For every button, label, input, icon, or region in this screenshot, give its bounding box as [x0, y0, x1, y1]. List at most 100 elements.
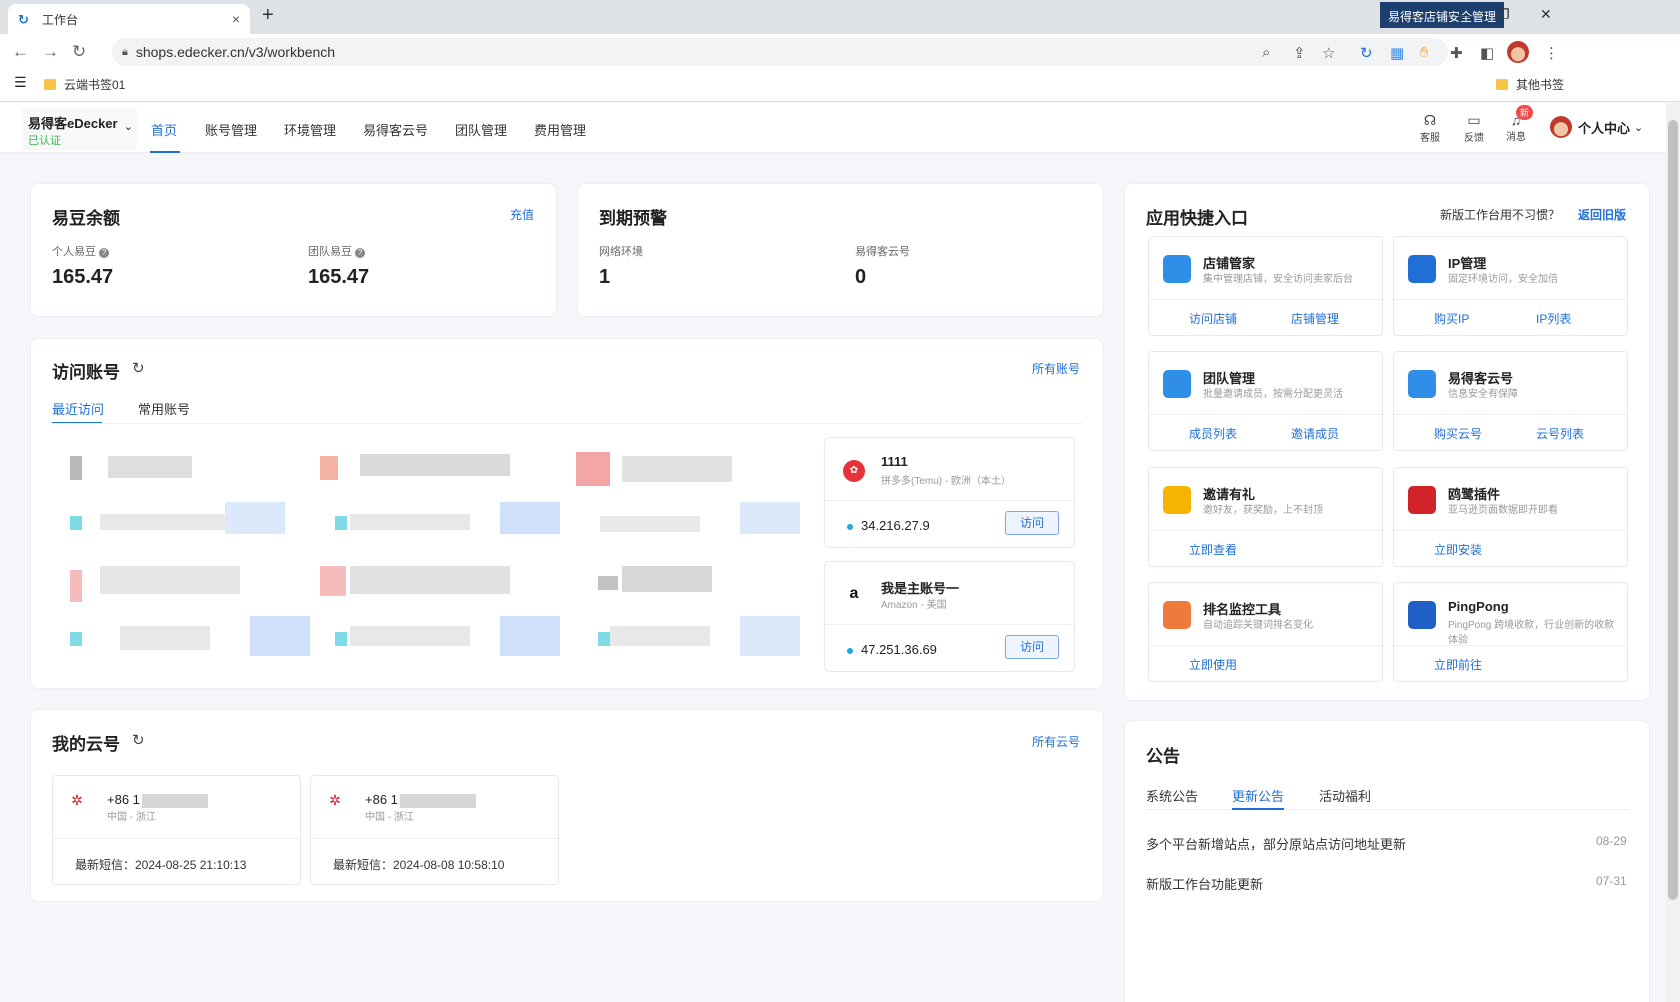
new-badge: 新 [1516, 105, 1534, 120]
visit-button[interactable]: 访问 [1005, 635, 1059, 659]
shortcut-app-icon [1408, 255, 1436, 283]
shortcut-action-button[interactable]: 购买IP [1434, 310, 1469, 327]
notice-item[interactable]: 新版工作台功能更新 [1146, 874, 1263, 893]
account-ip: 47.251.36.69 [847, 642, 937, 657]
back-icon[interactable]: ← [12, 42, 29, 62]
shortcut-entry[interactable]: 鸥鹭插件 亚马逊页面数据即开即看 立即安装 [1393, 467, 1628, 567]
notice-card [1124, 720, 1650, 1002]
sidepanel-icon[interactable]: ◧ [1480, 44, 1494, 62]
extension-badge[interactable]: 易得客店铺安全管理 [1380, 2, 1505, 28]
tab-recent[interactable]: 最近访问 [52, 399, 104, 418]
reading-list-icon[interactable]: ☰ [14, 74, 27, 91]
shortcut-desc: 集中管理店铺，安全访问卖家后台 [1203, 274, 1353, 285]
old-version-link[interactable]: 返回旧版 [1578, 206, 1626, 223]
cloud-number-card-1[interactable]: ✲ +86 1 中国 - 浙江 最新短信：2024-08-25 21:10:13 [52, 775, 301, 885]
star-icon[interactable]: ☆ [1322, 44, 1335, 62]
hand-extension-icon[interactable]: ✋︎ [1420, 44, 1429, 61]
notice-title: 公告 [1146, 747, 1180, 766]
shortcut-action-button[interactable]: 成员列表 [1189, 425, 1237, 442]
old-version-question: 新版工作台用不习惯？ [1440, 208, 1561, 222]
shortcut-action-button[interactable]: 立即安装 [1434, 541, 1482, 558]
cloud-number-card-2[interactable]: ✲ +86 1 中国 - 浙江 最新短信：2024-08-08 10:58:10 [310, 775, 559, 885]
network-env-value[interactable]: 1 [599, 266, 610, 289]
latest-sms: 最新短信：2024-08-25 21:10:13 [75, 858, 247, 872]
tab-update-notice[interactable]: 更新公告 [1232, 786, 1284, 805]
user-center-menu[interactable]: 个人中心 ⌄ [1550, 116, 1643, 138]
shortcut-entry[interactable]: 邀请有礼 邀好友，获奖励，上不封顶 立即查看 [1148, 467, 1383, 567]
nav-home[interactable]: 首页 [151, 120, 177, 139]
shortcut-entry[interactable]: IP管理 固定环境访问，安全加倍 购买IP IP列表 [1393, 236, 1628, 336]
close-window-button[interactable]: ✕ [1540, 6, 1552, 23]
shortcut-app-icon [1163, 601, 1191, 629]
recharge-link[interactable]: 充值 [510, 206, 534, 223]
shortcut-action-button[interactable]: 云号列表 [1536, 425, 1584, 442]
shortcut-entry[interactable]: 店铺管家 集中管理店铺，安全访问卖家后台 访问店铺 店铺管理 [1148, 236, 1383, 336]
shortcut-action-button[interactable]: 店铺管理 [1291, 310, 1339, 327]
notice-item[interactable]: 多个平台新增站点，部分原站点访问地址更新 [1146, 834, 1406, 853]
shortcut-action-button[interactable]: IP列表 [1536, 310, 1571, 327]
shortcut-action-button[interactable]: 购买云号 [1434, 425, 1482, 442]
profile-avatar-icon[interactable] [1507, 41, 1529, 63]
forward-icon[interactable]: → [42, 42, 59, 62]
extensions-puzzle-icon[interactable]: ✚ [1450, 44, 1463, 62]
tab-activity-notice[interactable]: 活动福利 [1319, 786, 1371, 805]
all-cloud-link[interactable]: 所有云号 [1032, 733, 1080, 750]
shortcut-action-button[interactable]: 访问店铺 [1189, 310, 1237, 327]
maximize-button[interactable]: ❐ [1497, 6, 1510, 23]
nav-environments[interactable]: 环境管理 [284, 120, 336, 139]
nav-team[interactable]: 团队管理 [455, 120, 507, 139]
notice-date: 08-29 [1596, 834, 1627, 848]
folder-icon [44, 79, 56, 90]
shortcut-action-button[interactable]: 立即前往 [1434, 656, 1482, 673]
tab-system-notice[interactable]: 系统公告 [1146, 786, 1198, 805]
minimize-button[interactable]: — [1456, 6, 1470, 22]
divider [53, 838, 300, 839]
all-accounts-link[interactable]: 所有账号 [1032, 360, 1080, 377]
temu-logo-icon: ✿ [843, 460, 865, 482]
refresh-icon[interactable]: ↻ [132, 731, 145, 749]
tab-title: 工作台 [42, 12, 79, 27]
reload-icon[interactable]: ↻ [72, 42, 86, 62]
region: 中国 - 浙江 [107, 812, 156, 823]
shortcut-entry[interactable]: 团队管理 批量邀请成员，按需分配更灵活 成员列表 邀请成员 [1148, 351, 1383, 451]
nav-cloud-numbers[interactable]: 易得客云号 [363, 120, 428, 139]
shortcut-action-button[interactable]: 邀请成员 [1291, 425, 1339, 442]
zoom-icon[interactable]: ⌕ [1262, 44, 1270, 61]
tab-close-icon[interactable]: × [232, 11, 240, 27]
browser-tab[interactable]: ↻ 工作台 × [8, 4, 250, 34]
tab-search-icon[interactable]: ⌄ [1412, 6, 1424, 23]
visit-button[interactable]: 访问 [1005, 511, 1059, 535]
shortcut-action-button[interactable]: 立即查看 [1189, 541, 1237, 558]
service-label: 客服 [1420, 133, 1440, 144]
share-icon[interactable]: ⇪ [1293, 44, 1306, 62]
edecker-extension-icon[interactable]: ↻ [1360, 44, 1373, 62]
url-text[interactable]: shops.edecker.cn/v3/workbench [136, 44, 335, 60]
nav-accounts[interactable]: 账号管理 [205, 120, 257, 139]
shortcut-entry[interactable]: PingPong PingPong 跨境收款，行业创新的收款体验 立即前往 [1393, 582, 1628, 682]
grid-extension-icon[interactable]: ▦ [1390, 44, 1404, 62]
omnibox[interactable]: 🔒︎ shops.edecker.cn/v3/workbench [112, 38, 1448, 66]
bookmark-folder[interactable]: 云端书签01 [44, 76, 125, 93]
feedback-button[interactable]: ▭ 反馈 [1458, 112, 1490, 144]
tab-frequent[interactable]: 常用账号 [138, 399, 190, 418]
refresh-icon[interactable]: ↻ [132, 359, 145, 377]
personal-bean-value: 165.47 [52, 266, 114, 288]
team-bean-label: 团队易豆? [308, 243, 365, 259]
shortcut-entry[interactable]: 易得客云号 信息安全有保障 购买云号 云号列表 [1393, 351, 1628, 451]
brand-switcher[interactable]: 易得客eDecker 已认证 ⌄ [22, 108, 137, 150]
redacted-block [399, 793, 476, 808]
cloud-number-value[interactable]: 0 [855, 266, 866, 289]
service-button[interactable]: ☊ 客服 [1414, 112, 1446, 144]
bookmarks-bar [0, 70, 1680, 102]
new-tab-button[interactable]: + [262, 4, 274, 27]
active-tab-indicator [1232, 808, 1284, 810]
account-card-1[interactable]: ✿ 1111 拼多多(Temu) - 欧洲（本土） 34.216.27.9 访问 [824, 437, 1075, 548]
nav-billing[interactable]: 费用管理 [534, 120, 586, 139]
shortcut-app-icon [1408, 601, 1436, 629]
account-card-2[interactable]: a 我是主账号一 Amazon - 美国 47.251.36.69 访问 [824, 561, 1075, 672]
scrollbar-thumb[interactable] [1668, 120, 1678, 900]
shortcut-action-button[interactable]: 立即使用 [1189, 656, 1237, 673]
shortcut-entry[interactable]: 排名监控工具 自动追踪关键词排名变化 立即使用 [1148, 582, 1383, 682]
menu-icon[interactable]: ⋮ [1544, 44, 1559, 62]
other-bookmarks[interactable]: 其他书签 [1496, 76, 1564, 93]
